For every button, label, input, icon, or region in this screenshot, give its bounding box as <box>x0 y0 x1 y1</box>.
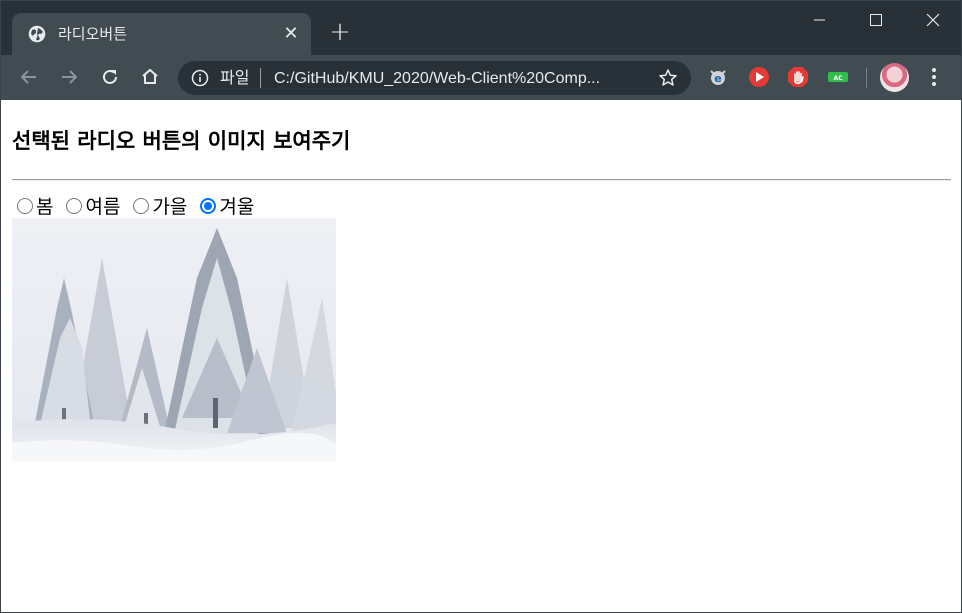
new-tab-button[interactable]: + <box>327 19 353 46</box>
scheme-label: 파일 <box>220 68 250 87</box>
extension-adblock-hand-icon[interactable] <box>787 66 809 88</box>
radio-label: 봄 <box>36 196 54 218</box>
bookmark-star-icon[interactable] <box>657 67 679 89</box>
radio-button[interactable] <box>17 197 33 214</box>
home-icon[interactable] <box>138 65 162 89</box>
svg-text:e: e <box>714 72 721 85</box>
page-content: 선택된 라디오 버튼의 이미지 보여주기 봄 여름 가을 겨울 <box>1 100 961 612</box>
tab-active[interactable]: 라디오버튼 ✕ <box>12 13 311 55</box>
radio-option-summer[interactable]: 여름 <box>66 192 120 219</box>
profile-avatar[interactable] <box>880 63 909 92</box>
radio-label: 가을 <box>152 196 188 218</box>
reload-icon[interactable] <box>98 65 122 89</box>
kebab-menu-icon[interactable] <box>925 65 943 91</box>
extension-play-icon[interactable] <box>748 66 770 88</box>
url-text[interactable]: C:/GitHub/KMU_2020/Web-Client%20Comp... <box>274 68 644 90</box>
horizontal-rule <box>12 179 951 181</box>
toolbar-divider <box>866 68 867 88</box>
back-arrow-icon[interactable] <box>17 65 41 89</box>
season-radio-group: 봄 여름 가을 겨울 <box>17 192 267 219</box>
extension-ac-icon[interactable]: AC <box>827 66 849 88</box>
forward-arrow-icon[interactable] <box>57 65 81 89</box>
minimize-icon[interactable] <box>790 1 848 39</box>
radio-option-spring[interactable]: 봄 <box>17 192 53 219</box>
radio-button[interactable] <box>66 197 83 214</box>
address-bar[interactable]: 파일 C:/GitHub/KMU_2020/Web-Client%20Comp.… <box>178 61 691 95</box>
globe-icon <box>28 25 46 43</box>
browser-toolbar: 파일 C:/GitHub/KMU_2020/Web-Client%20Comp.… <box>1 55 961 100</box>
tab-title: 라디오버튼 <box>58 25 128 43</box>
svg-text:AC: AC <box>833 75 843 82</box>
omnibox-divider <box>260 68 261 88</box>
radio-button[interactable] <box>200 197 217 214</box>
close-window-icon[interactable] <box>904 1 962 39</box>
extension-devil-icon[interactable]: e <box>707 66 729 88</box>
info-icon[interactable] <box>191 69 209 87</box>
page-title: 선택된 라디오 버튼의 이미지 보여주기 <box>12 129 351 153</box>
radio-label: 여름 <box>85 196 121 218</box>
close-tab-icon[interactable]: ✕ <box>281 24 301 44</box>
season-image <box>12 218 336 461</box>
radio-option-autumn[interactable]: 가을 <box>133 192 187 219</box>
browser-window: 라디오버튼 ✕ + 파일 C:/GitHub/KMU_2020/Web-Clie… <box>0 0 962 613</box>
title-bar: 라디오버튼 ✕ + <box>1 1 961 55</box>
radio-option-winter[interactable]: 겨울 <box>200 192 254 219</box>
maximize-icon[interactable] <box>847 1 905 39</box>
radio-label: 겨울 <box>219 196 255 218</box>
radio-button[interactable] <box>133 197 150 214</box>
